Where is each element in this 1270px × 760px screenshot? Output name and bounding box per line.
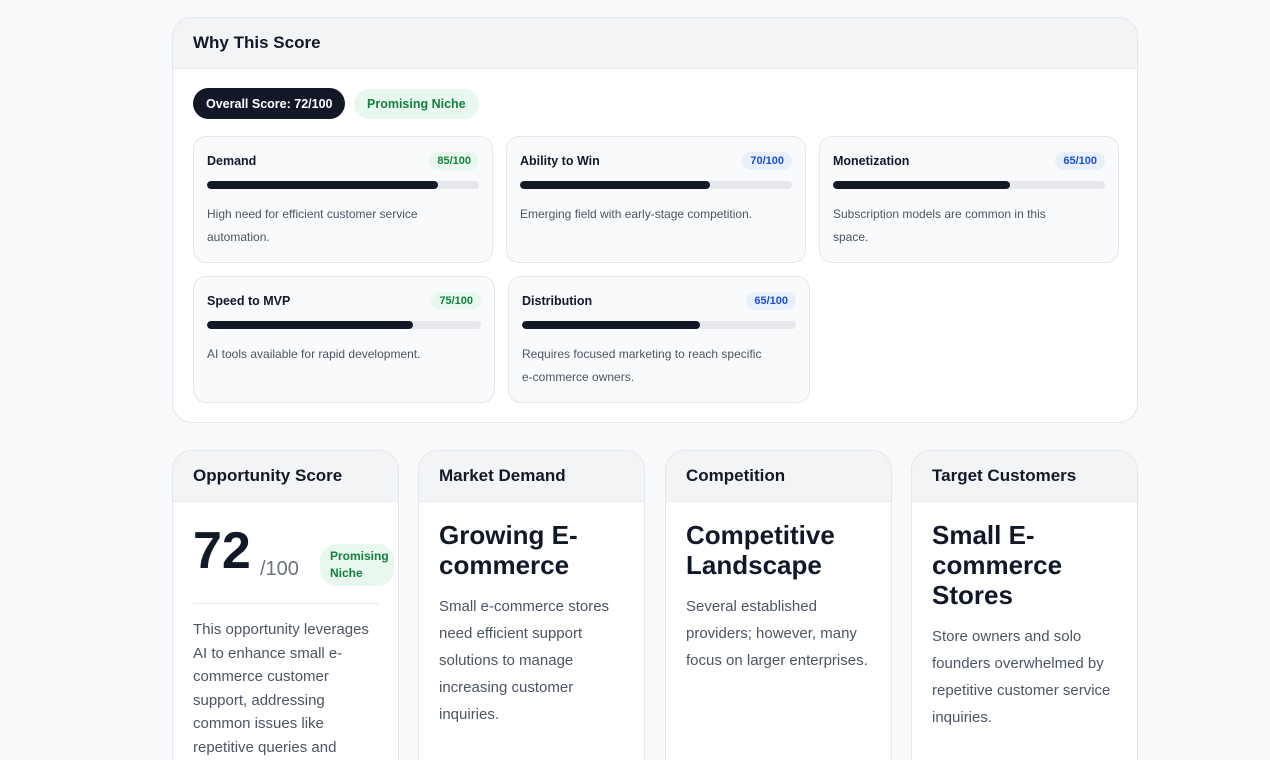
market-demand-description: Small e-commerce stores need efficient s… [439,598,610,723]
metric-card-speed-to-mvp: Speed to MVP 75/100 AI tools available f… [193,276,495,403]
market-demand-title: Market Demand [439,466,566,485]
target-customers-card: Target Customers Small E-commerce Stores… [911,450,1138,760]
competition-description: Several established providers; however, … [686,598,868,669]
opportunity-score-max: /100 [260,558,299,580]
target-customers-heading: Small E-commerce Stores [932,520,1063,610]
metric-progress-track [207,181,479,189]
metric-score-badge: 65/100 [746,292,796,310]
metric-card-demand: Demand 85/100 High need for efficient cu… [193,136,493,263]
target-customers-title: Target Customers [932,466,1077,485]
metric-label: Monetization [833,154,910,168]
why-this-score-header: Why This Score [173,18,1137,69]
competition-card: Competition Competitive Landscape Severa… [665,450,892,760]
metric-progress-track [833,181,1105,189]
metric-card-ability-to-win: Ability to Win 70/100 Emerging field wit… [506,136,806,263]
target-customers-description: Store owners and solo founders overwhelm… [932,628,1111,726]
opportunity-score-title: Opportunity Score [193,466,343,485]
metric-description: Requires focused marketing to reach spec… [522,347,762,384]
metric-description: AI tools available for rapid development… [207,347,421,361]
target-customers-header: Target Customers [912,451,1137,502]
market-demand-heading: Growing E-commerce [439,520,578,580]
metric-card-distribution: Distribution 65/100 Requires focused mar… [508,276,810,403]
metric-progress-fill [522,321,701,329]
metric-description: Emerging field with early-stage competit… [520,207,753,221]
why-this-score-title: Why This Score [193,33,321,52]
metric-label: Demand [207,154,257,168]
opportunity-score-card: Opportunity Score 72 /100 Promising Nich… [172,450,399,760]
metric-description: Subscription models are common in this s… [833,207,1046,244]
niche-badge: Promising Niche [320,544,394,586]
metric-score-badge: 75/100 [431,292,481,310]
metric-label: Distribution [522,294,593,308]
metric-score-badge: 65/100 [1055,152,1105,170]
niche-badge: Promising Niche [354,89,479,119]
metric-card-monetization: Monetization 65/100 Subscription models … [819,136,1119,263]
metric-description: High need for efficient customer service… [207,207,418,244]
opportunity-score-header: Opportunity Score [173,451,398,502]
why-this-score-card: Why This Score Overall Score: 72/100 Pro… [172,17,1138,423]
competition-header: Competition [666,451,891,502]
market-demand-header: Market Demand [419,451,644,502]
competition-title: Competition [686,466,786,485]
metric-progress-fill [520,181,711,189]
opportunity-description: This opportunity leverages AI to enhance… [193,621,369,756]
competition-heading: Competitive Landscape [686,520,835,580]
opportunity-score-row: 72 /100 Promising Niche [193,520,394,604]
metric-progress-fill [833,181,1010,189]
metric-progress-track [207,321,481,329]
metric-progress-track [520,181,792,189]
opportunity-score-value: 72 [193,522,251,580]
market-demand-card: Market Demand Growing E-commerce Small e… [418,450,645,760]
overall-score-badge: Overall Score: 72/100 [193,88,346,119]
metric-progress-fill [207,181,439,189]
metric-label: Ability to Win [520,154,600,168]
metric-progress-fill [207,321,413,329]
metric-score-badge: 85/100 [429,152,479,170]
metric-score-badge: 70/100 [742,152,792,170]
metric-label: Speed to MVP [207,294,291,308]
metric-progress-track [522,321,796,329]
